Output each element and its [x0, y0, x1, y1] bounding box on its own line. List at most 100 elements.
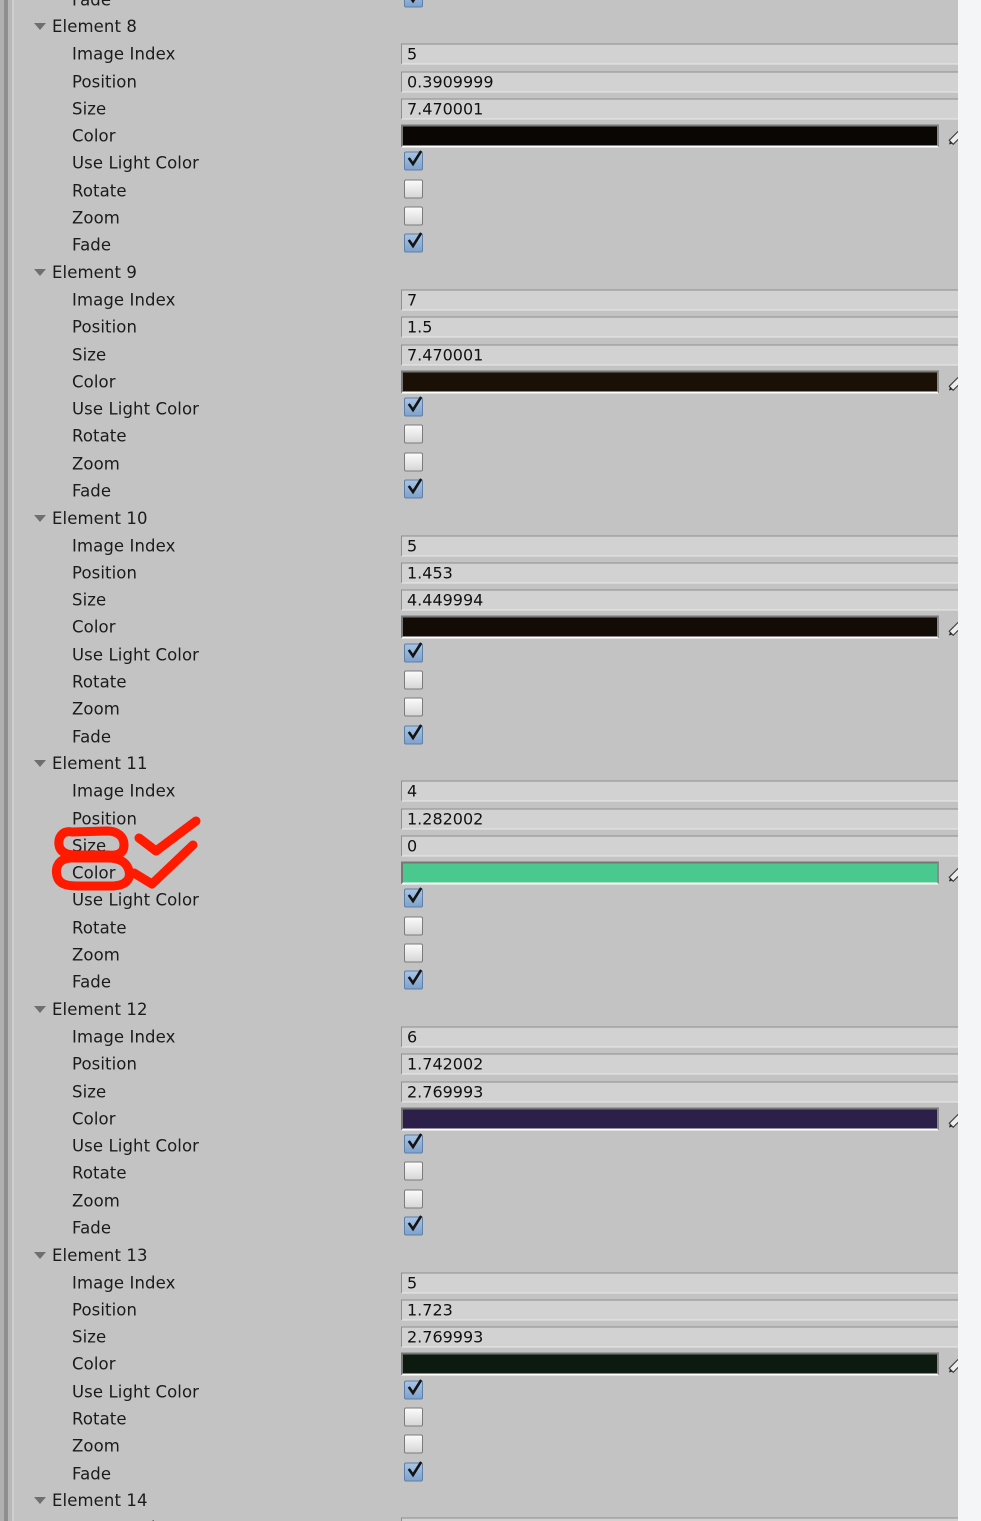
checkbox-element-0-use-light-color[interactable]	[404, 150, 423, 171]
text-input-element-0-position[interactable]: 0.3909999	[401, 71, 958, 93]
color-field-element-2-color[interactable]	[401, 615, 939, 639]
eyedropper-icon[interactable]	[946, 861, 958, 885]
property-label-element-3-zoom: Zoom	[72, 945, 120, 965]
text-input-element-4-size[interactable]: 2.769993	[401, 1081, 958, 1103]
eyedropper-icon[interactable]	[946, 615, 958, 639]
text-input-element-1-image-index[interactable]: 7	[401, 289, 958, 311]
field-wrap: 1.282002	[401, 808, 958, 830]
field-wrap	[401, 1133, 958, 1157]
color-field-element-1-color[interactable]	[401, 370, 939, 394]
checkbox-element-0-zoom[interactable]	[404, 206, 423, 226]
checkbox-element-3-rotate[interactable]	[404, 916, 423, 936]
checkbox-element-4-use-light-color[interactable]	[404, 1133, 423, 1154]
property-row-element-4-use-light-color: Use Light Color	[14, 1132, 958, 1159]
checkbox-element-3-fade[interactable]	[404, 969, 423, 990]
field-wrap: 7.470001	[401, 344, 958, 365]
color-field-element-5-color[interactable]	[401, 1352, 939, 1376]
inspector-panel: Fade Element 8 Image Index 5 Position 0.39099…	[0, 0, 958, 1521]
triangle-down-icon[interactable]	[34, 760, 46, 768]
color-field-element-4-color[interactable]	[401, 1107, 939, 1131]
text-input-element-1-size[interactable]: 7.470001	[401, 344, 958, 365]
text-input-element-2-image-index[interactable]: 5	[401, 535, 958, 557]
checkbox-element-3-zoom[interactable]	[404, 943, 423, 963]
foldout-element-2[interactable]: Element 10	[14, 505, 958, 532]
foldout-element-0[interactable]: Element 8	[14, 13, 958, 40]
checkbox-element-3-use-light-color[interactable]	[404, 887, 423, 908]
checkbox-element-4-fade[interactable]	[404, 1215, 423, 1236]
text-input-element-5-image-index[interactable]: 5	[401, 1272, 958, 1294]
triangle-down-icon[interactable]	[34, 1251, 46, 1259]
checkbox-element-1-use-light-color[interactable]	[404, 396, 423, 417]
text-input-element-3-image-index[interactable]: 4	[401, 780, 958, 802]
property-row-fade-partial: Fade	[14, 0, 958, 13]
checkbox-element-4-rotate[interactable]	[404, 1161, 423, 1181]
text-input-element-0-size[interactable]: 7.470001	[401, 98, 958, 120]
checkbox-element-2-fade[interactable]	[404, 724, 423, 745]
triangle-down-icon[interactable]	[34, 514, 46, 522]
checkbox-element-1-rotate[interactable]	[404, 424, 423, 444]
field-wrap: 4.449994	[401, 589, 958, 611]
property-label-element-1-fade: Fade	[72, 481, 112, 501]
checkbox-element-2-use-light-color[interactable]	[404, 642, 423, 663]
color-field-element-0-color[interactable]	[401, 124, 939, 148]
property-label-element-1-use-light-color: Use Light Color	[72, 399, 200, 419]
checkbox-element-5-fade[interactable]	[404, 1461, 423, 1482]
inspector-content: Fade Element 8 Image Index 5 Position 0.39099…	[14, 0, 958, 1521]
text-input-element-1-position[interactable]: 1.5	[401, 316, 958, 338]
field-wrap: 7	[401, 289, 958, 311]
checkbox-fade-partial[interactable]	[404, 0, 423, 8]
eyedropper-icon[interactable]	[946, 124, 958, 148]
field-wrap: 1.723	[401, 1299, 958, 1321]
text-input-element-3-position[interactable]: 1.282002	[401, 808, 958, 830]
property-row-element-0-rotate: Rotate	[14, 177, 958, 204]
text-input-element-2-size[interactable]: 4.449994	[401, 589, 958, 611]
text-input-element-3-size[interactable]: 0	[401, 835, 958, 857]
text-input-element-2-position[interactable]: 1.453	[401, 562, 958, 584]
property-row-element-3-use-light-color: Use Light Color	[14, 887, 958, 914]
field-wrap: 1.742002	[401, 1053, 958, 1075]
triangle-down-icon[interactable]	[34, 1497, 46, 1505]
checkbox-element-4-zoom[interactable]	[404, 1189, 423, 1209]
checkbox-element-0-fade[interactable]	[404, 232, 423, 253]
property-row-element-5-position: Position 1.723	[14, 1296, 958, 1323]
text-input-element-5-position[interactable]: 1.723	[401, 1299, 958, 1321]
triangle-down-icon[interactable]	[34, 23, 46, 31]
text-input-element-0-image-index[interactable]: 5	[401, 43, 958, 65]
eyedropper-icon[interactable]	[946, 369, 958, 393]
foldout-element-1[interactable]: Element 9	[14, 259, 958, 286]
property-label-element-0-position: Position	[72, 72, 138, 92]
field-wrap	[401, 396, 958, 420]
property-label-element-2-size: Size	[72, 590, 107, 610]
property-row-element-3-size: Size 0	[14, 832, 958, 859]
property-row-element-5-size: Size 2.769993	[14, 1324, 958, 1351]
property-label-element-4-fade: Fade	[72, 1218, 112, 1238]
eyedropper-icon[interactable]	[946, 1106, 958, 1130]
text-input-element-4-position[interactable]: 1.742002	[401, 1053, 958, 1075]
foldout-element-4[interactable]: Element 12	[14, 996, 958, 1023]
color-field-element-3-color[interactable]	[401, 861, 939, 885]
foldout-element-14[interactable]: Element 14	[14, 1487, 958, 1514]
text-input-element-4-image-index[interactable]: 6	[401, 1026, 958, 1048]
checkbox-element-5-rotate[interactable]	[404, 1407, 423, 1427]
triangle-down-icon[interactable]	[34, 1006, 46, 1014]
property-row-element-3-position: Position 1.282002	[14, 805, 958, 832]
foldout-element-3[interactable]: Element 11	[14, 750, 958, 777]
foldout-element-5[interactable]: Element 13	[14, 1242, 958, 1269]
checkbox-element-5-zoom[interactable]	[404, 1434, 423, 1454]
checkbox-element-2-rotate[interactable]	[404, 670, 423, 690]
property-row-element-0-image-index: Image Index 5	[14, 41, 958, 68]
property-label-element-2-zoom: Zoom	[72, 699, 120, 719]
triangle-down-icon[interactable]	[34, 269, 46, 277]
foldout-label: Element 13	[52, 1245, 148, 1265]
text-input-element-5-size[interactable]: 2.769993	[401, 1326, 958, 1348]
checkbox-element-1-fade[interactable]	[404, 478, 423, 499]
property-label-element-3-rotate: Rotate	[72, 918, 127, 938]
checkbox-element-5-use-light-color[interactable]	[404, 1379, 423, 1400]
eyedropper-icon[interactable]	[946, 1352, 958, 1376]
property-row-element-2-fade: Fade	[14, 723, 958, 750]
checkbox-element-0-rotate[interactable]	[404, 179, 423, 199]
property-row-element-2-use-light-color: Use Light Color	[14, 641, 958, 668]
checkbox-element-1-zoom[interactable]	[404, 452, 423, 472]
checkbox-element-2-zoom[interactable]	[404, 697, 423, 717]
property-row-element-4-rotate: Rotate	[14, 1160, 958, 1187]
